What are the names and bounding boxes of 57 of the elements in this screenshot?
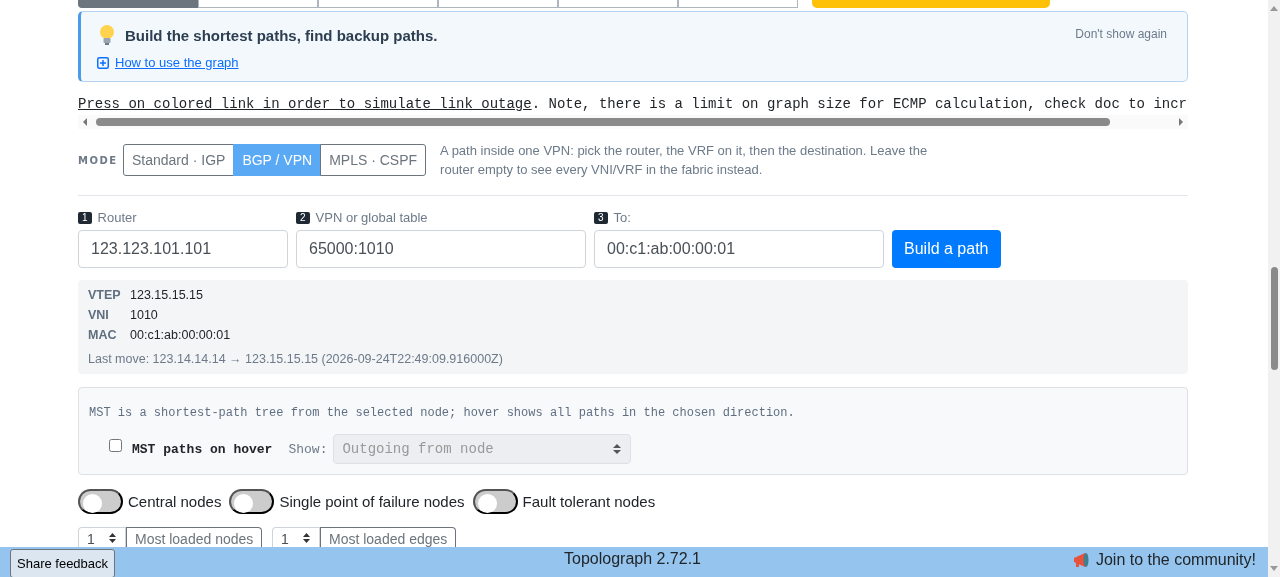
mst-description: MST is a shortest-path tree from the selected node; hover shows all paths in the chosen direction. xyxy=(89,406,796,420)
input-field[interactable]: Most loaded edges xyxy=(320,527,456,547)
vertical-scrollbar[interactable] xyxy=(1268,0,1280,577)
tip-title: Build the shortest paths, find backup paths. xyxy=(125,26,438,44)
info-value: 123.15.15.15 xyxy=(130,288,204,302)
info-key: VTEP xyxy=(88,288,130,302)
toggle-label: Central nodes xyxy=(128,493,222,510)
checkbox[interactable] xyxy=(109,438,122,452)
mode-option[interactable]: Standard · IGP xyxy=(123,144,235,176)
checkbox-label: MST paths on hover xyxy=(132,441,273,457)
toggle-label: Single point of failure nodes xyxy=(279,493,465,510)
tab[interactable] xyxy=(438,0,558,8)
input-field[interactable]: 65000:1010 xyxy=(296,230,586,268)
expand-icon[interactable] xyxy=(97,56,109,69)
input-field[interactable]: Most loaded nodes xyxy=(126,527,262,547)
scroll-thumb[interactable] xyxy=(1271,267,1278,370)
tab[interactable] xyxy=(318,0,438,8)
input-field[interactable]: 00:c1:ab:00:00:01 xyxy=(594,230,884,268)
horizontal-scrollbar[interactable] xyxy=(78,115,1188,129)
notice-text: Press on colored link in order to simulate link outage. Note, there is a limit on graph size for ECMP calculation, check doc to incr xyxy=(78,96,1188,112)
toggle-switch[interactable] xyxy=(472,489,518,514)
mode-label: MODE xyxy=(78,154,119,166)
scroll-thumb[interactable] xyxy=(96,118,1110,126)
tab[interactable] xyxy=(558,0,678,8)
help-link[interactable]: How to use the graph xyxy=(115,55,239,70)
outage-link[interactable]: Press on colored link in order to simulate link outage xyxy=(78,96,532,112)
info-key: VNI xyxy=(88,308,130,322)
toggle-switch[interactable] xyxy=(229,489,275,514)
step-number: 3 xyxy=(594,211,608,224)
field-label: To: xyxy=(613,210,631,225)
toggle-switch[interactable] xyxy=(78,489,123,514)
mode-hint: A path inside one VPN: pick the router, the VRF on it, then the destination. Leave the router empty to see every VNI/VRF in the fabric instead. xyxy=(440,142,929,179)
community-link[interactable]: Join to the community! xyxy=(1095,551,1256,569)
mode-option[interactable]: MPLS · CSPF xyxy=(320,144,427,176)
scroll-down-icon[interactable] xyxy=(1269,565,1279,573)
tab[interactable] xyxy=(678,0,798,8)
version-text: Topolograph 2.72.1 xyxy=(564,550,701,568)
field-label: VPN or global table xyxy=(315,210,428,225)
info-key: MAC xyxy=(88,328,130,342)
spinner-icon[interactable] xyxy=(302,532,311,544)
sort-arrows-icon xyxy=(612,442,623,456)
step-number: 2 xyxy=(296,211,310,224)
step-number: 1 xyxy=(78,211,92,224)
input-field[interactable]: 123.123.101.101 xyxy=(78,230,288,268)
show-label: Show: xyxy=(288,441,328,457)
dismiss-link[interactable]: Don't show again xyxy=(1075,27,1167,41)
info-value: 00:c1:ab:00:00:01 xyxy=(130,328,232,342)
lightbulb-icon xyxy=(97,24,117,46)
scroll-up-icon[interactable] xyxy=(1269,4,1279,12)
field-label: Router xyxy=(97,210,137,225)
spinner-icon[interactable] xyxy=(108,532,117,544)
tab[interactable] xyxy=(198,0,318,8)
toggle-label: Fault tolerant nodes xyxy=(522,493,656,510)
feedback-button[interactable]: Share feedback xyxy=(10,548,116,577)
last-move-text: Last move: 123.14.14.14 → 123.15.15.15 (2026-09-24T22:49:09.916000Z) xyxy=(88,352,504,366)
info-value: 1010 xyxy=(130,308,159,322)
build-button[interactable]: Build a path xyxy=(892,230,1001,268)
